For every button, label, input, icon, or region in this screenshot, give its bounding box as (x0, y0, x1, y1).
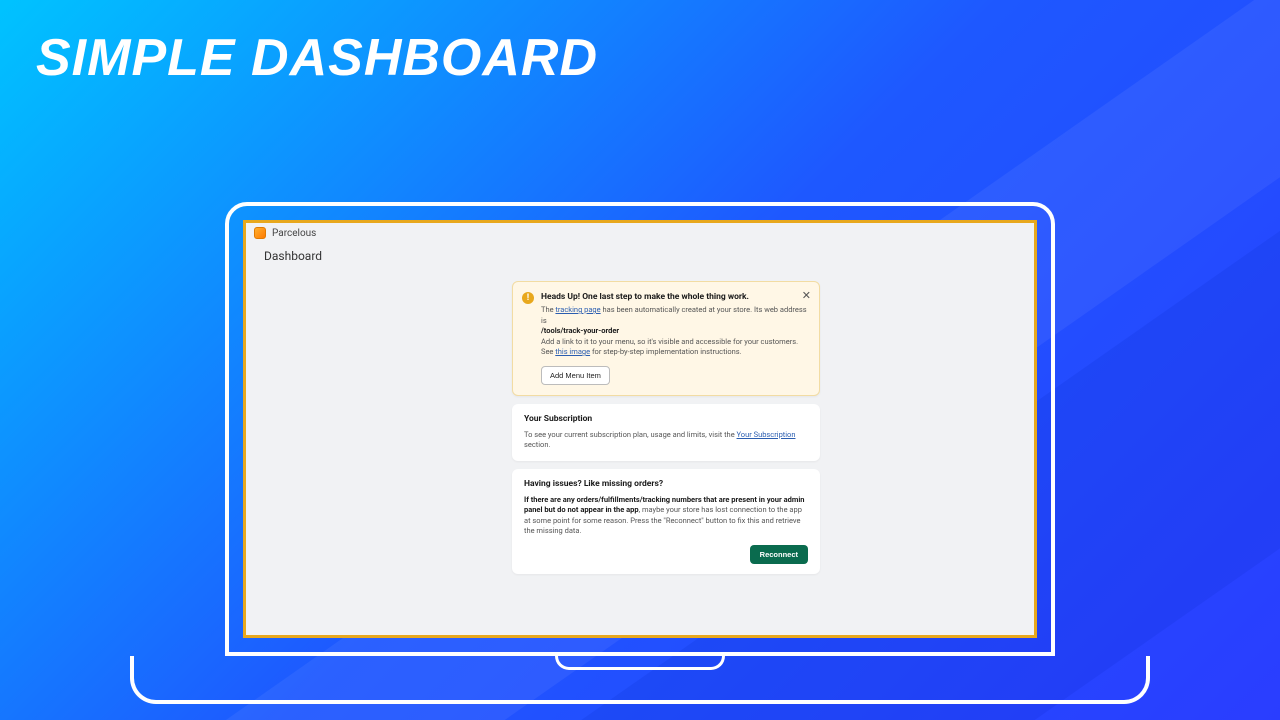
app-screen: Parcelous Dashboard ! ✕ Heads Up! One la… (243, 220, 1037, 638)
app-name: Parcelous (272, 228, 316, 239)
laptop-base (130, 656, 1150, 704)
close-icon[interactable]: ✕ (802, 289, 811, 302)
subscription-text-prefix: To see your current subscription plan, u… (524, 430, 737, 439)
page-title: Dashboard (246, 243, 1034, 271)
banner-text-prefix: The (541, 305, 555, 314)
issues-text: If there are any orders/fulfillments/tra… (524, 495, 808, 537)
add-menu-item-button[interactable]: Add Menu Item (541, 366, 610, 385)
reconnect-button[interactable]: Reconnect (750, 545, 808, 564)
subscription-text: To see your current subscription plan, u… (524, 430, 808, 451)
screen-bezel: Parcelous Dashboard ! ✕ Heads Up! One la… (225, 202, 1055, 656)
promo-title: SIMPLE DASHBOARD (36, 28, 598, 88)
issues-card: Having issues? Like missing orders? If t… (512, 469, 820, 574)
warning-icon: ! (522, 292, 534, 304)
your-subscription-link[interactable]: Your Subscription (737, 430, 796, 439)
subscription-text-suffix: section. (524, 440, 550, 449)
banner-line3-prefix: See (541, 347, 555, 356)
banner-heading: Heads Up! One last step to make the whol… (541, 292, 807, 302)
banner-text: The tracking page has been automatically… (541, 305, 807, 358)
subscription-card: Your Subscription To see your current su… (512, 404, 820, 461)
tracking-page-path: /tools/track-your-order (541, 326, 619, 335)
tracking-page-link[interactable]: tracking page (555, 305, 600, 314)
app-icon (254, 227, 266, 239)
instructions-image-link[interactable]: this image (555, 347, 590, 356)
laptop-notch (555, 656, 725, 670)
laptop-mockup: Parcelous Dashboard ! ✕ Heads Up! One la… (130, 202, 1150, 704)
app-header: Parcelous (246, 223, 1034, 243)
issues-heading: Having issues? Like missing orders? (524, 479, 808, 489)
setup-banner: ! ✕ Heads Up! One last step to make the … (512, 281, 820, 396)
subscription-heading: Your Subscription (524, 414, 808, 424)
banner-line2: Add a link to it to your menu, so it's v… (541, 337, 798, 346)
content-column: ! ✕ Heads Up! One last step to make the … (512, 281, 820, 574)
banner-line3-suffix: for step-by-step implementation instruct… (590, 347, 742, 356)
